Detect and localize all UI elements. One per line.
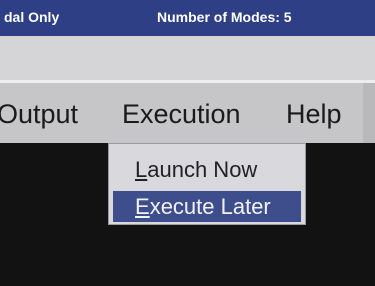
menu-bar: Output Execution Help — [0, 83, 375, 143]
menu-output[interactable]: Output — [0, 99, 78, 130]
mode-count-label: Number of Modes: 5 — [157, 9, 292, 25]
menu-help[interactable]: Help — [286, 99, 342, 130]
menu-execution[interactable]: Execution — [122, 99, 241, 130]
menu-item-execute-later[interactable]: Execute Later — [113, 191, 301, 222]
toolbar-area — [0, 36, 375, 80]
mode-label: dal Only — [4, 9, 60, 25]
mnemonic-e: E — [135, 194, 150, 219]
menu-item-label: xecute Later — [149, 194, 271, 219]
menu-item-launch-now[interactable]: Launch Now — [113, 154, 301, 185]
status-bar: dal Only Number of Modes: 5 — [0, 0, 375, 36]
menu-item-label: aunch Now — [147, 157, 258, 182]
mnemonic-l: L — [135, 157, 148, 182]
menu-bar-edge — [363, 83, 375, 143]
execution-dropdown-menu: Launch Now Execute Later — [108, 143, 306, 225]
